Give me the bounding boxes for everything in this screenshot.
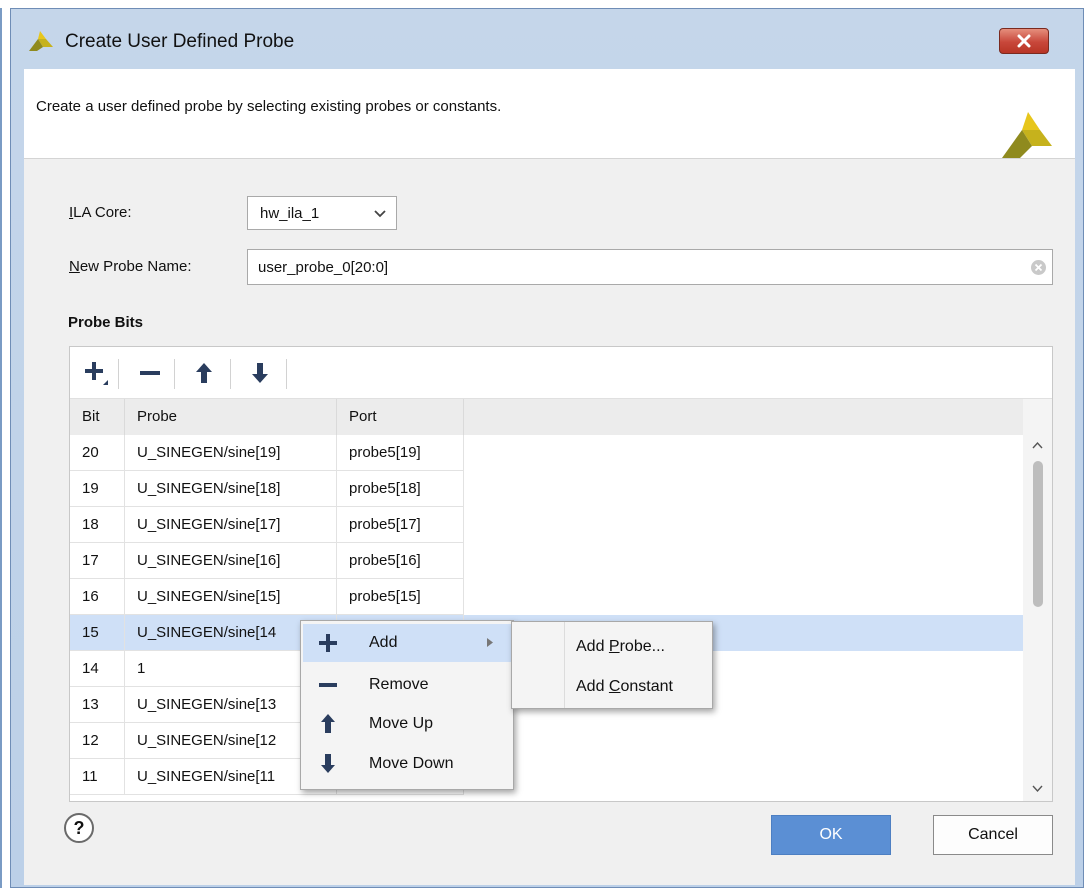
table-row[interactable]: 11 U_SINEGEN/sine[11 [70,759,1023,795]
cell-bit: 17 [70,543,125,579]
cell-port: probe5[16] [337,543,464,579]
cell-bit: 16 [70,579,125,615]
menu-item-label: Add [369,634,398,651]
xilinx-logo-icon [29,31,53,51]
toolbar-separator [230,359,231,389]
probe-bits-panel: Bit Probe Port 20 U_SINEGEN/sine[19] probe… [69,346,1053,802]
xilinx-logo-icon [1002,112,1052,158]
cell-port: probe5[18] [337,471,464,507]
table-row[interactable]: 12 U_SINEGEN/sine[12 [70,723,1023,759]
probe-name-input[interactable]: user_probe_0[20:0] [247,249,1053,285]
ila-core-label: ILA Core: [69,204,132,221]
cell-bit: 15 [70,615,125,651]
probe-name-value: user_probe_0[20:0] [258,259,389,276]
cell-port: probe5[19] [337,435,464,471]
table-row[interactable]: 20 U_SINEGEN/sine[19] probe5[19] [70,435,1023,471]
arrow-up-icon [321,714,335,733]
add-submenu: Add Probe... Add Constant [511,621,713,709]
menu-item-add[interactable]: Add [303,624,511,662]
menu-item-move-down[interactable]: Move Down [303,745,511,783]
toolbar-separator [286,359,287,389]
cell-bit: 11 [70,759,125,795]
dialog-window: Create User Defined Probe Create a user … [10,8,1084,888]
cell-probe: U_SINEGEN/sine[19] [125,435,337,471]
cell-bit: 14 [70,651,125,687]
table-row[interactable]: 19 U_SINEGEN/sine[18] probe5[18] [70,471,1023,507]
plus-icon [319,634,337,652]
probe-bits-title: Probe Bits [68,314,144,331]
clear-icon[interactable] [1031,260,1046,275]
cell-probe: U_SINEGEN/sine[15] [125,579,337,615]
cell-probe: U_SINEGEN/sine[18] [125,471,337,507]
table-row[interactable]: 16 U_SINEGEN/sine[15] probe5[15] [70,579,1023,615]
cell-probe: U_SINEGEN/sine[16] [125,543,337,579]
toolbar-separator [118,359,119,389]
dialog-description: Create a user defined probe by selecting… [36,98,502,115]
move-up-button[interactable] [190,359,218,387]
menu-item-label: Remove [369,676,429,693]
column-header-bit[interactable]: Bit [70,399,125,435]
cell-bit: 12 [70,723,125,759]
chevron-down-icon [374,210,386,218]
cell-bit: 18 [70,507,125,543]
probe-name-label: New Probe Name: [69,258,192,275]
close-button[interactable] [999,28,1049,54]
submenu-arrow-icon [487,638,493,647]
context-menu: Add Remove Move Up Move Down [300,620,514,790]
arrow-down-icon [252,363,268,383]
menu-item-add-constant[interactable]: Add Constant [576,678,673,696]
menu-item-label: Move Up [369,715,434,732]
scroll-thumb[interactable] [1033,461,1043,607]
vertical-scrollbar[interactable] [1023,399,1052,801]
minus-icon [140,371,160,375]
ila-core-value: hw_ila_1 [260,205,320,222]
ok-button[interactable]: OK [771,815,891,855]
menu-item-label: Move Down [369,755,454,772]
menu-item-remove[interactable]: Remove [303,666,511,704]
remove-button[interactable] [136,359,164,387]
dialog-content: Create a user defined probe by selecting… [24,69,1075,885]
menu-gutter [564,622,565,708]
window-title: Create User Defined Probe [65,31,295,52]
menu-item-move-up[interactable]: Move Up [303,705,511,743]
add-button[interactable] [82,359,110,387]
header-banner: Create a user defined probe by selecting… [24,69,1075,159]
column-header-port[interactable]: Port [337,399,464,435]
ila-core-select[interactable]: hw_ila_1 [247,196,397,230]
menu-item-add-probe[interactable]: Add Probe... [576,638,665,656]
table-row[interactable]: 18 U_SINEGEN/sine[17] probe5[17] [70,507,1023,543]
arrow-up-icon [196,363,212,383]
cell-bit: 20 [70,435,125,471]
cell-probe: U_SINEGEN/sine[17] [125,507,337,543]
title-bar[interactable]: Create User Defined Probe [11,9,1083,71]
cancel-button[interactable]: Cancel [933,815,1053,855]
cell-bit: 19 [70,471,125,507]
scroll-down-icon[interactable] [1032,785,1043,793]
table-header: Bit Probe Port [70,399,1023,435]
cell-port: probe5[17] [337,507,464,543]
move-down-button[interactable] [246,359,274,387]
window-edge [0,8,2,888]
help-button[interactable]: ? [64,813,94,843]
cell-bit: 13 [70,687,125,723]
column-header-probe[interactable]: Probe [125,399,337,435]
arrow-down-icon [321,754,335,773]
table-row[interactable]: 17 U_SINEGEN/sine[16] probe5[16] [70,543,1023,579]
scroll-up-icon[interactable] [1032,441,1043,449]
minus-icon [319,683,337,687]
toolbar-separator [174,359,175,389]
plus-icon [85,362,108,385]
close-icon [1017,34,1031,48]
cell-port: probe5[15] [337,579,464,615]
probe-bits-toolbar [70,347,1052,399]
